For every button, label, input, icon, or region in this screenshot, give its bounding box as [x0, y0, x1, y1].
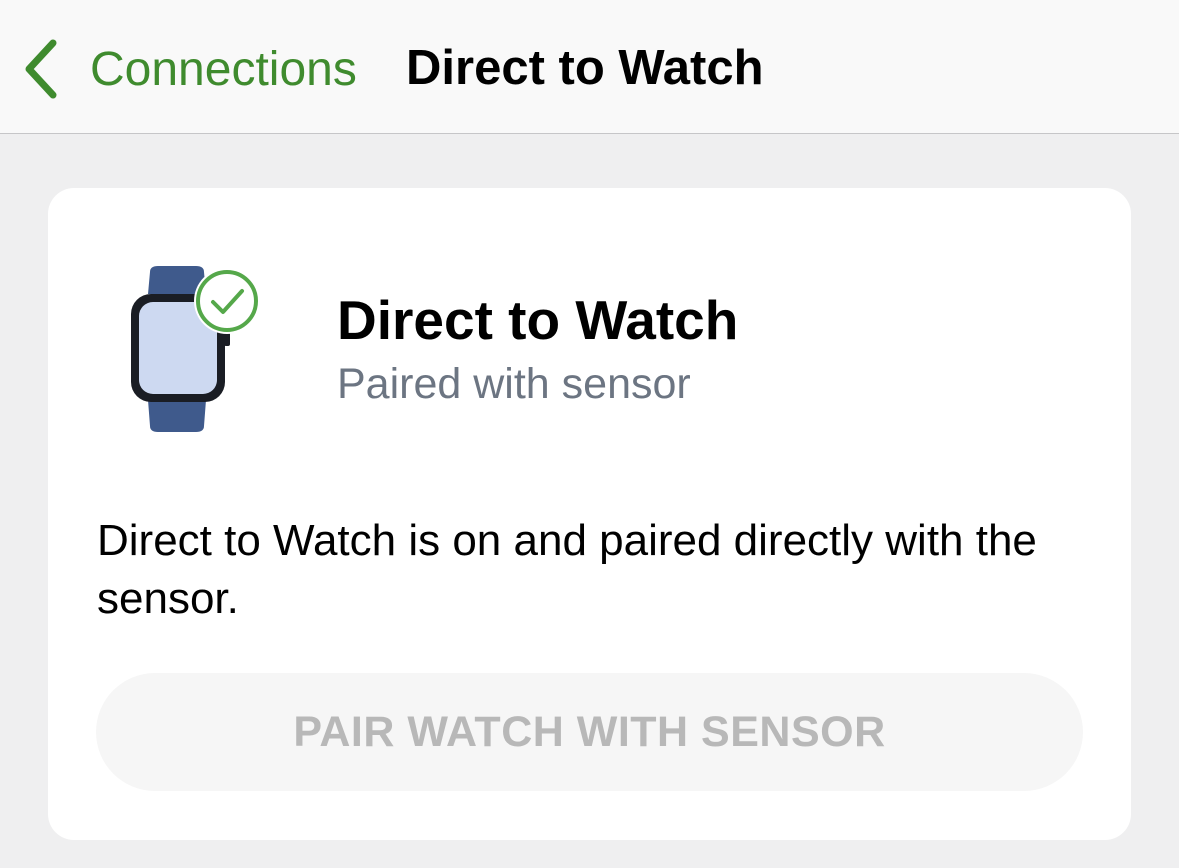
watch-paired-icon [128, 264, 263, 439]
status-title: Direct to Watch [337, 289, 739, 351]
back-button[interactable]: Connections [22, 34, 357, 104]
status-subtitle: Paired with sensor [337, 360, 691, 408]
status-description: Direct to Watch is on and paired directl… [97, 516, 1037, 623]
back-button-label: Connections [90, 42, 357, 96]
page-title: Direct to Watch [406, 41, 764, 95]
status-card: Direct to Watch Paired with sensor Direc… [48, 188, 1131, 840]
chevron-left-icon [22, 38, 58, 100]
pair-watch-button[interactable]: PAIR WATCH WITH SENSOR [96, 673, 1083, 791]
navigation-bar: Connections Direct to Watch [0, 0, 1179, 134]
